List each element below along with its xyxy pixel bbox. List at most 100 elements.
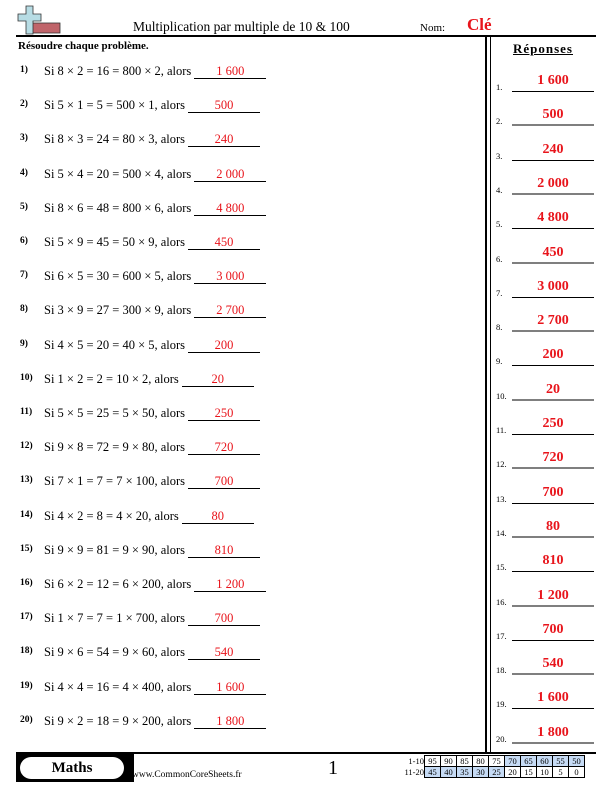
answer-key-item: 13. 700 <box>496 484 596 504</box>
answer-blank[interactable]: 200 <box>188 338 261 353</box>
answer-key-line <box>512 261 594 264</box>
problem-number: 9) <box>20 338 28 349</box>
score-cell: 65 <box>520 755 537 767</box>
column-divider-inner <box>490 36 491 752</box>
problem-text: Si 5 × 1 = 5 = 500 × 1, alors <box>44 98 186 113</box>
answer-blank[interactable]: 240 <box>188 132 261 148</box>
subject-badge: Maths <box>20 757 124 779</box>
answer-key-item: 15. 810 <box>496 552 596 573</box>
score-cell: 0 <box>568 766 585 778</box>
answer-key-line <box>512 741 594 744</box>
answer-blank[interactable]: 3 000 <box>194 269 267 285</box>
answer-key-line <box>512 91 594 92</box>
problem-text: Si 5 × 4 = 20 = 500 × 4, alors <box>44 166 192 181</box>
problem-item: 16) Si 6 × 2 = 12 = 6 × 200, alors 1 200 <box>20 577 267 595</box>
answer-blank[interactable]: 450 <box>188 235 261 250</box>
score-cell: 95 <box>424 755 441 767</box>
column-divider <box>485 36 487 752</box>
problem-text: Si 9 × 8 = 72 = 9 × 80, alors <box>44 440 186 455</box>
answer-key-item: 3. 240 <box>496 141 596 161</box>
problem-number: 8) <box>20 304 28 315</box>
answer-key-number: 18. <box>496 665 507 676</box>
website-link[interactable]: www.CommonCoreSheets.fr <box>132 770 242 780</box>
answer-key-line <box>512 467 594 470</box>
problem-number: 20) <box>20 714 33 725</box>
problem-item: 2) Si 5 × 1 = 5 = 500 × 1, alors 500 <box>20 98 261 116</box>
score-row-labels: 1-10 11-20 <box>396 756 424 778</box>
answer-key-number: 15. <box>496 562 507 573</box>
answer-key-value: 240 <box>542 141 564 157</box>
answer-blank[interactable]: 250 <box>188 406 261 421</box>
answer-key-value: 200 <box>542 347 564 363</box>
answer-blank[interactable]: 80 <box>181 509 254 524</box>
problem-number: 11) <box>20 407 33 417</box>
score-cell: 60 <box>536 755 553 767</box>
answer-blank[interactable]: 500 <box>188 98 261 114</box>
answer-key-value: 720 <box>542 450 564 466</box>
answer-key-line <box>512 398 594 401</box>
problem-item: 1) Si 8 × 2 = 16 = 800 × 2, alors 1 600 <box>20 64 267 82</box>
plus-minus-logo-icon <box>17 5 61 35</box>
problem-item: 7) Si 6 × 5 = 30 = 600 × 5, alors 3 000 <box>20 269 267 287</box>
answer-key-number: 9. <box>496 356 503 367</box>
answer-key-item: 19. 1 600 <box>496 689 596 710</box>
answer-blank[interactable]: 2 700 <box>194 303 267 319</box>
header-divider <box>16 35 596 37</box>
answer-blank[interactable]: 810 <box>188 543 261 558</box>
answer-key-line <box>512 434 594 435</box>
answer-key-value: 4 800 <box>537 210 569 226</box>
score-row-label: 1-10 <box>408 756 424 766</box>
answer-blank[interactable]: 700 <box>188 611 261 627</box>
score-cell: 40 <box>440 766 457 778</box>
answer-blank[interactable]: 1 200 <box>194 577 267 592</box>
answer-key-line <box>512 502 594 504</box>
answer-key-value: 450 <box>542 244 564 260</box>
answer-key-value: 80 <box>546 518 560 534</box>
answer-blank[interactable]: 2 000 <box>194 167 267 182</box>
problem-number: 4) <box>20 167 28 178</box>
score-cell: 30 <box>472 766 489 778</box>
answer-key-item: 18. 540 <box>496 655 596 676</box>
answer-key-line <box>512 159 594 161</box>
problem-text: Si 1 × 7 = 7 = 1 × 700, alors <box>44 611 186 626</box>
problem-text: Si 5 × 5 = 25 = 5 × 50, alors <box>44 406 186 420</box>
answer-blank[interactable]: 1 800 <box>194 714 267 729</box>
problem-text: Si 9 × 2 = 18 = 9 × 200, alors <box>44 713 192 728</box>
answer-key-value: 1 200 <box>537 587 569 603</box>
problem-text: Si 4 × 5 = 20 = 40 × 5, alors <box>44 337 186 352</box>
answer-key-line <box>512 228 594 230</box>
problem-text: Si 6 × 5 = 30 = 600 × 5, alors <box>44 269 192 284</box>
problem-text: Si 4 × 2 = 8 = 4 × 20, alors <box>44 508 179 523</box>
problem-item: 15) Si 9 × 9 = 81 = 9 × 90, alors 810 <box>20 543 261 561</box>
score-cell: 70 <box>504 755 521 767</box>
problem-text: Si 5 × 9 = 45 = 50 × 9, alors <box>44 235 186 249</box>
score-row: 95 90 85 80 75 70 65 60 55 50 <box>424 755 585 767</box>
answer-key-number: 12. <box>496 459 507 470</box>
answer-blank[interactable]: 4 800 <box>194 201 267 216</box>
problem-number: 6) <box>20 236 28 246</box>
problem-item: 8) Si 3 × 9 = 27 = 300 × 9, alors 2 700 <box>20 303 267 321</box>
score-table: 95 90 85 80 75 70 65 60 55 50 45 40 35 30 25 20 15 10 5 0 <box>424 755 585 778</box>
problem-text: Si 4 × 4 = 16 = 4 × 400, alors <box>44 679 192 694</box>
answer-blank[interactable]: 540 <box>188 645 261 661</box>
problem-text: Si 7 × 1 = 7 = 7 × 100, alors <box>44 474 186 489</box>
answer-key-number: 5. <box>496 219 503 230</box>
answer-key-value: 540 <box>542 656 564 672</box>
problem-number: 16) <box>20 578 33 588</box>
problem-text: Si 6 × 2 = 12 = 6 × 200, alors <box>44 577 192 591</box>
answer-key-item: 9. 200 <box>496 346 596 367</box>
problem-item: 19) Si 4 × 4 = 16 = 4 × 400, alors 1 600 <box>20 679 267 698</box>
answer-blank[interactable]: 20 <box>181 372 254 387</box>
answer-key-number: 6. <box>496 253 503 264</box>
answer-key-item: 8. 2 700 <box>496 312 596 333</box>
answer-key-item: 10. 20 <box>496 381 596 401</box>
score-cell: 45 <box>424 766 441 778</box>
answer-key-value: 20 <box>546 381 560 397</box>
answer-blank[interactable]: 700 <box>188 474 261 490</box>
score-row-label: 11-20 <box>404 767 424 777</box>
answer-key-value: 810 <box>542 553 564 569</box>
answer-blank[interactable]: 1 600 <box>194 680 267 695</box>
answer-blank[interactable]: 720 <box>188 440 261 456</box>
answer-blank[interactable]: 1 600 <box>194 64 267 79</box>
answer-key-number: 13. <box>496 493 507 504</box>
